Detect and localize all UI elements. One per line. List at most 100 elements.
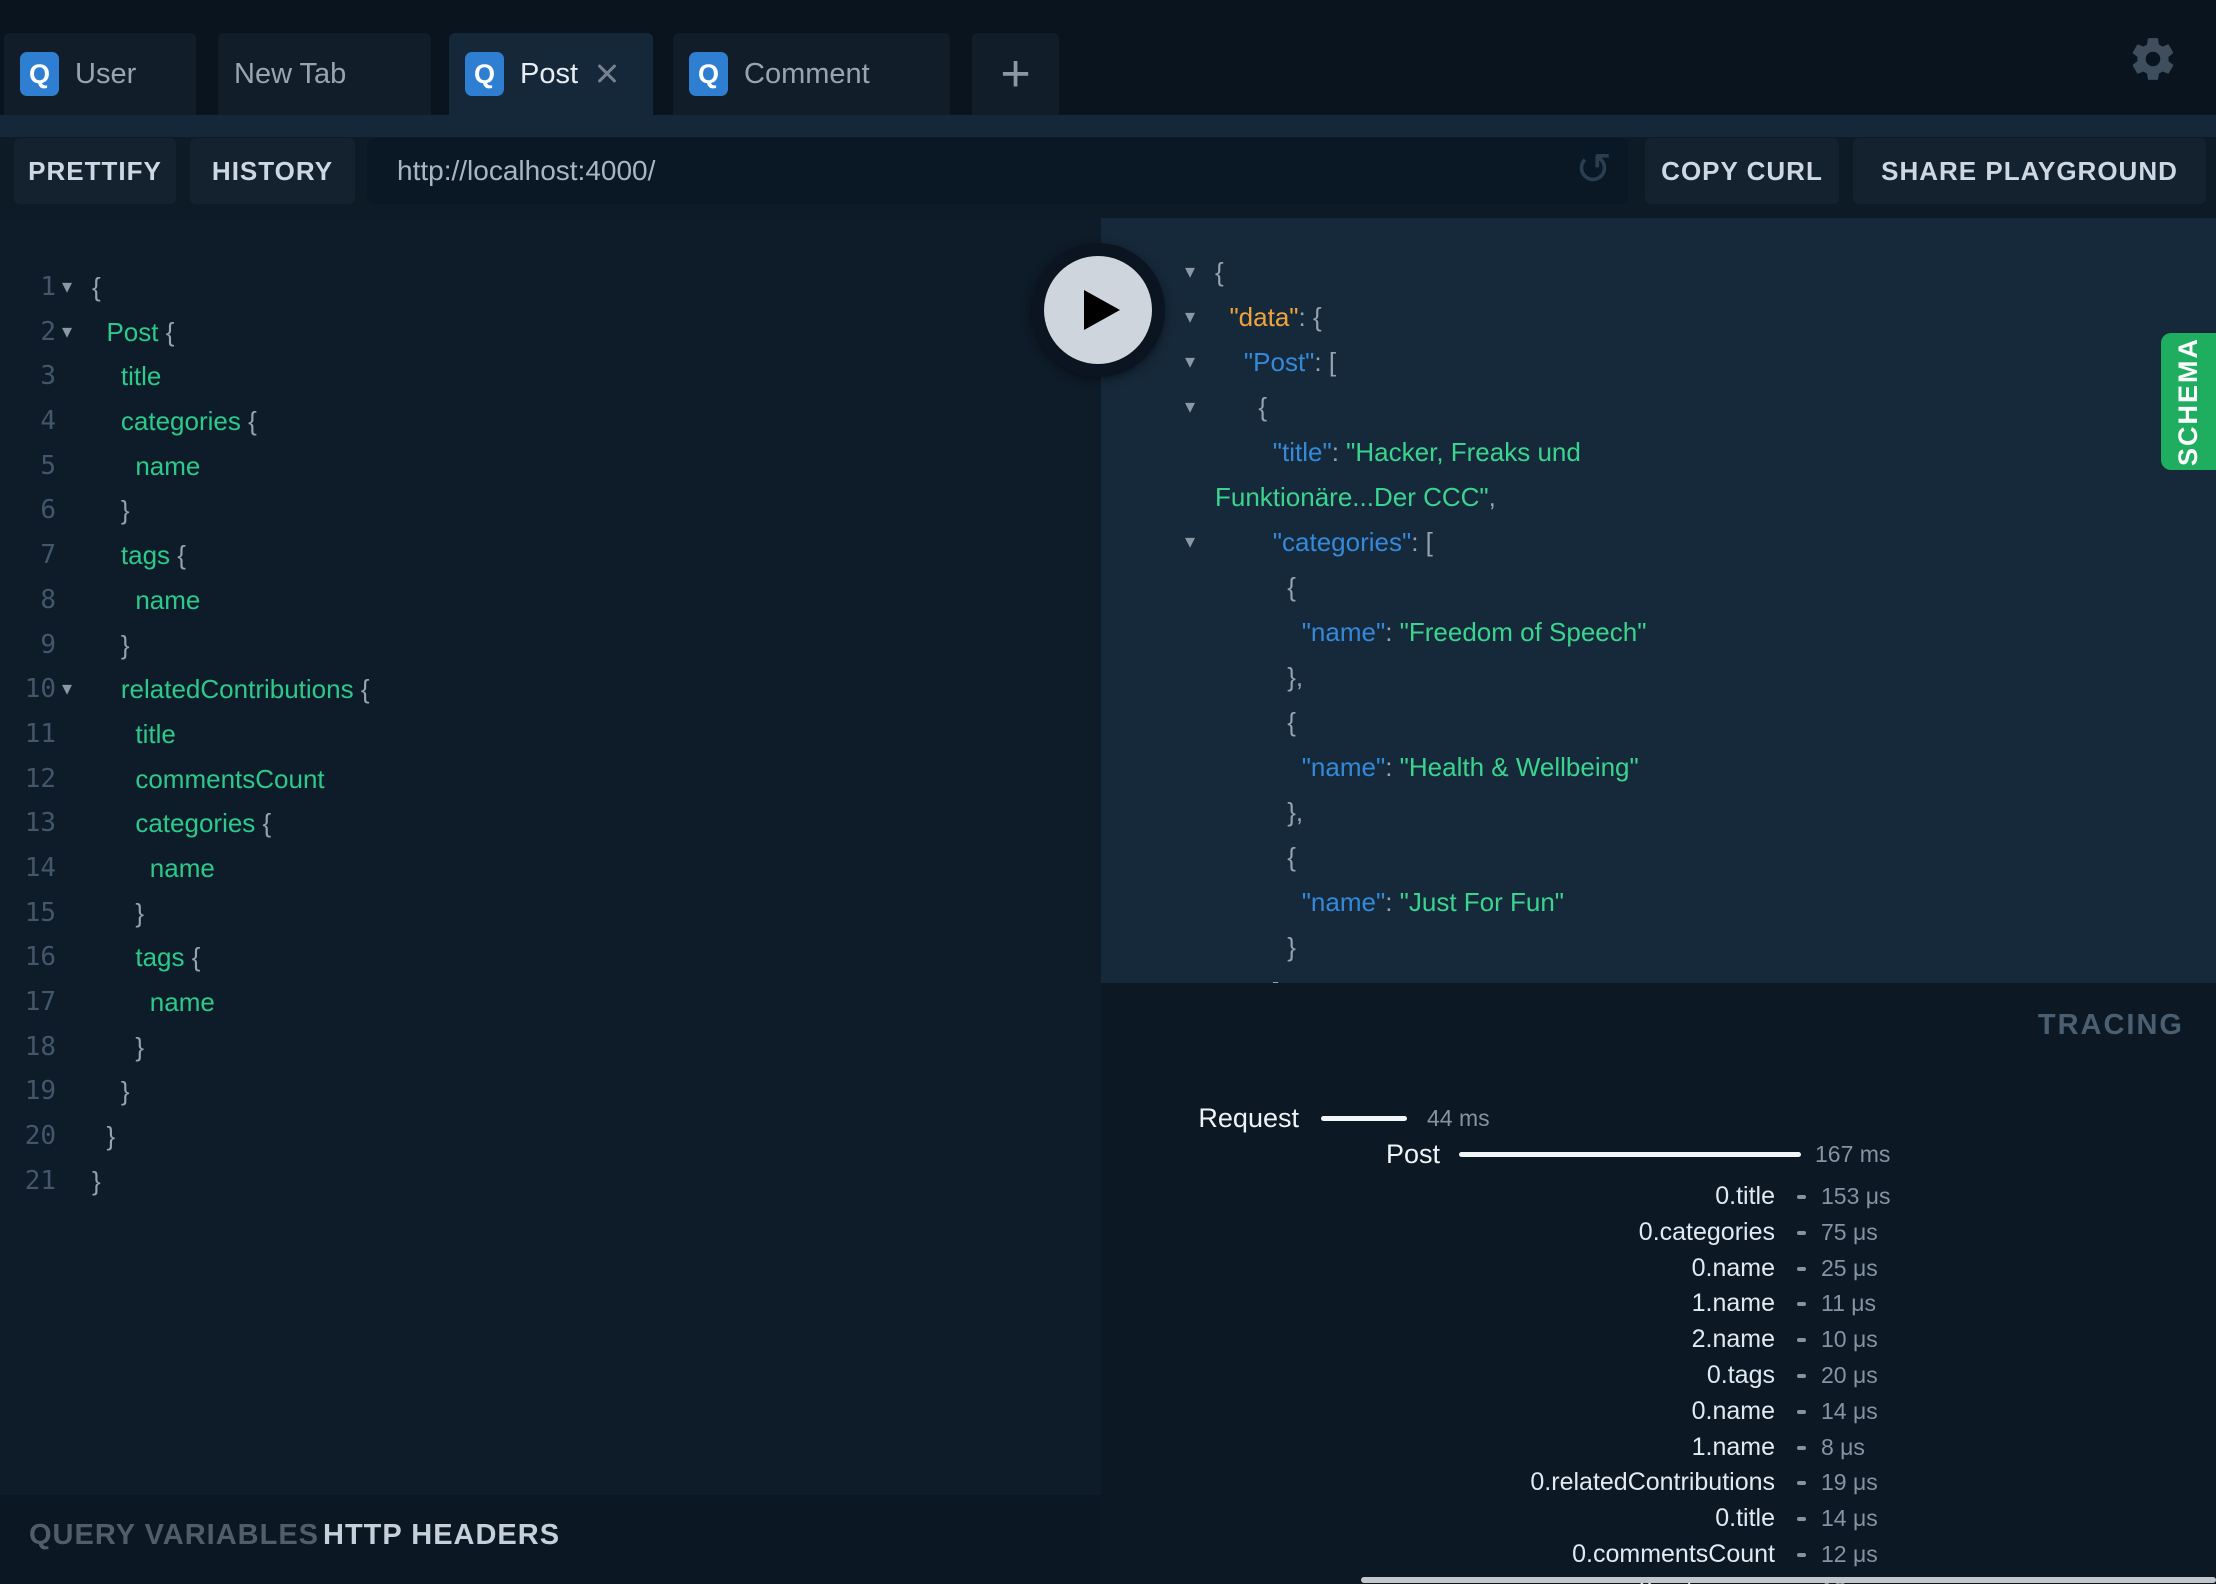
fold-arrow-icon[interactable]: ▾: [1185, 520, 1195, 565]
trace-row: 0.title 14 μs: [1101, 1501, 2216, 1537]
play-icon: [1044, 256, 1152, 364]
prettify-button[interactable]: PRETTIFY: [14, 138, 176, 204]
editor-line: 17 name: [0, 980, 1101, 1025]
line-number: 10: [24, 674, 56, 705]
response-text: {: [1215, 392, 1268, 422]
line-number: 11: [24, 718, 56, 749]
response-line: },: [1101, 790, 2216, 835]
response-line: ▾ "categories": [: [1101, 520, 2216, 565]
tab-bar: Q User New Tab Q Post Q Comment +: [0, 0, 2216, 137]
trace-row: 2.name 10 μs: [1101, 1322, 2216, 1358]
trace-row-dash: [1797, 1230, 1806, 1235]
editor-line: 13 categories {: [0, 801, 1101, 846]
trace-row-time: 11 μs: [1821, 1290, 1877, 1317]
fold-arrow-icon[interactable]: ▾: [1185, 340, 1195, 385]
fold-arrow-icon[interactable]: ▾: [62, 265, 72, 310]
editor-line: 10 ▾ relatedContributions {: [0, 667, 1101, 712]
editor-line: 19 }: [0, 1069, 1101, 1114]
trace-row-dash: [1797, 1338, 1806, 1343]
trace-span-label: Request: [1198, 1103, 1299, 1133]
line-number: 6: [40, 495, 56, 526]
trace-row: 1.name 8 μs: [1101, 1430, 2216, 1466]
tab-post[interactable]: Q Post: [449, 33, 653, 137]
code-text: name: [92, 987, 215, 1017]
line-number: 7: [40, 540, 56, 571]
response-text: Funktionäre...Der CCC",: [1215, 482, 1496, 512]
line-number: 12: [24, 763, 56, 794]
trace-row-dash: [1797, 1373, 1806, 1378]
fold-arrow-icon[interactable]: ▾: [1185, 295, 1195, 340]
copy-curl-button[interactable]: COPY CURL: [1645, 138, 1839, 204]
trace-row-time: 75 μs: [1821, 1218, 1878, 1245]
editor-line: 3 title: [0, 354, 1101, 399]
tab-label: New Tab: [234, 57, 347, 90]
response-text: {: [1215, 572, 1296, 602]
code-text: Post {: [92, 316, 175, 347]
trace-row-time: 19 μs: [1821, 1469, 1878, 1496]
line-number: 13: [24, 808, 56, 839]
trace-row-dash: [1797, 1195, 1806, 1199]
horizontal-scrollbar[interactable]: [1361, 1577, 2216, 1583]
close-tab-icon[interactable]: [594, 61, 620, 87]
history-button[interactable]: HISTORY: [190, 138, 355, 204]
trace-row-label: 0.tags: [1706, 1360, 1775, 1389]
trace-row-label: 1.name: [1691, 1432, 1775, 1461]
trace-row: 0.title 153 μs: [1101, 1179, 2216, 1215]
editor-line: 1 ▾ {: [0, 265, 1101, 310]
session-toolbar: PRETTIFY HISTORY http://localhost:4000/ …: [0, 137, 2216, 218]
trace-row-label: 1.name: [1691, 1289, 1775, 1318]
trace-row: 0.relatedContributions 19 μs: [1101, 1465, 2216, 1501]
endpoint-url-input[interactable]: http://localhost:4000/ ↺: [367, 138, 1628, 204]
query-editor[interactable]: 1 ▾{2 ▾ Post {3 title 4 categories {5 name 6…: [0, 218, 1101, 1495]
trace-row-time: 12 μs: [1821, 1540, 1878, 1567]
editor-line: 6 }: [0, 488, 1101, 533]
editor-line: 4 categories {: [0, 399, 1101, 444]
fold-arrow-icon[interactable]: ▾: [1185, 250, 1195, 295]
query-badge: Q: [465, 52, 504, 96]
trace-row-dash: [1797, 1302, 1806, 1307]
line-number: 15: [24, 897, 56, 928]
editor-line: 9 }: [0, 623, 1101, 668]
schema-tab-label: SCHEMA: [2173, 336, 2203, 466]
code-text: }: [92, 1076, 130, 1107]
line-number: 4: [40, 406, 56, 437]
code-text: }: [92, 897, 145, 928]
trace-row-time: 8 μs: [1821, 1433, 1865, 1460]
trace-row-label: 0.commentsCount: [1572, 1539, 1775, 1568]
trace-row-label: 0.name: [1691, 1253, 1775, 1282]
response-text: "name": "Freedom of Speech": [1301, 617, 1647, 647]
fold-arrow-icon[interactable]: ▾: [62, 310, 72, 355]
tracing-title: TRACING: [2037, 1009, 2184, 1041]
code-text: tags {: [92, 942, 201, 973]
code-text: title: [92, 361, 162, 392]
trace-span-request: Request 44 ms: [1101, 1098, 2216, 1138]
response-line: "name": "Health & Wellbeing": [1101, 745, 2216, 790]
trace-row-label: 0.title: [1715, 1504, 1775, 1533]
code-text: categories {: [92, 406, 257, 437]
trace-row: 1.name 11 μs: [1101, 1286, 2216, 1322]
fold-arrow-icon[interactable]: ▾: [62, 667, 72, 712]
response-line: ▾ "data": {: [1101, 295, 2216, 340]
editor-line: 15 }: [0, 891, 1101, 936]
fold-arrow-icon[interactable]: ▾: [1185, 385, 1195, 430]
response-text: "name": "Just For Fun": [1301, 887, 1565, 917]
trace-row: 0.tags 20 μs: [1101, 1358, 2216, 1394]
trace-row-label: 0.categories: [1638, 1217, 1775, 1246]
query-variables-tab[interactable]: QUERY VARIABLES: [29, 1519, 319, 1552]
refresh-schema-icon[interactable]: ↺: [1575, 142, 1612, 198]
trace-row: 0.commentsCount 12 μs: [1101, 1537, 2216, 1573]
line-number: 5: [40, 450, 56, 481]
share-playground-button[interactable]: SHARE PLAYGROUND: [1853, 138, 2206, 204]
trace-row-label: 2.name: [1691, 1325, 1775, 1354]
trace-row-time: 25 μs: [1821, 1254, 1878, 1281]
code-text: }: [92, 495, 130, 526]
response-line: },: [1101, 655, 2216, 700]
trace-span-label: Post: [1385, 1139, 1440, 1169]
execute-query-button[interactable]: [1031, 243, 1165, 377]
response-line: ▾ {: [1101, 385, 2216, 430]
schema-tab[interactable]: SCHEMA: [2161, 333, 2216, 470]
http-headers-tab[interactable]: HTTP HEADERS: [323, 1519, 560, 1552]
trace-row-label: 0.title: [1715, 1182, 1775, 1210]
trace-row-label: 0.name: [1691, 1396, 1775, 1425]
settings-gear-icon[interactable]: [2128, 34, 2178, 84]
